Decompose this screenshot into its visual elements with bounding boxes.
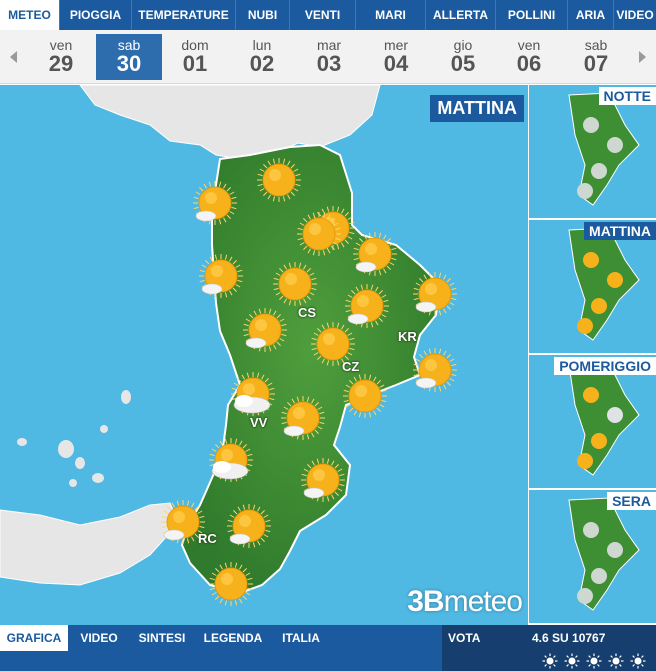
weather-map: MATTINA CS KR CZ VV RC 3Bmeteo bbox=[0, 85, 528, 625]
vote-label: VOTA bbox=[448, 631, 481, 645]
arrow-left-icon[interactable] bbox=[0, 30, 26, 84]
vote-panel: VOTA 4.6 SU 10767 bbox=[442, 625, 656, 671]
tab-meteo[interactable]: METEO bbox=[0, 0, 60, 30]
sun-star-icon[interactable] bbox=[542, 653, 558, 669]
city-label-kr: KR bbox=[398, 329, 417, 344]
day-number: 29 bbox=[48, 51, 74, 76]
partly-cloudy-icon bbox=[226, 503, 272, 549]
day-number: 01 bbox=[182, 51, 208, 76]
tab-pioggia[interactable]: PIOGGIA bbox=[60, 0, 132, 30]
sun-icon bbox=[342, 373, 388, 419]
app-root: METEO PIOGGIA TEMPERATURE NUBI VENTI MAR… bbox=[0, 0, 656, 671]
top-nav: METEO PIOGGIA TEMPERATURE NUBI VENTI MAR… bbox=[0, 0, 656, 30]
logo-brand: 3B bbox=[407, 585, 444, 618]
day-selector: ven 29 sab 30 dom 01 lun 02 mar 03 mer 04 gio 0… bbox=[0, 30, 656, 84]
sun-star-icon[interactable] bbox=[608, 653, 624, 669]
partly-cloudy-icon bbox=[192, 180, 238, 226]
day-number: 06 bbox=[516, 51, 542, 76]
day-item[interactable]: lun 02 bbox=[229, 34, 295, 80]
sun-star-icon[interactable] bbox=[586, 653, 602, 669]
tab-italia[interactable]: ITALIA bbox=[272, 625, 330, 651]
thumb-label: MATTINA bbox=[584, 222, 656, 240]
day-item[interactable]: mer 04 bbox=[363, 34, 429, 80]
day-number: 03 bbox=[316, 51, 342, 76]
bottom-bar: GRAFICA VIDEO SINTESI LEGENDA ITALIA VOT… bbox=[0, 625, 656, 671]
day-number: 07 bbox=[583, 51, 609, 76]
bottom-tabs: GRAFICA VIDEO SINTESI LEGENDA ITALIA bbox=[0, 625, 442, 671]
day-item[interactable]: sab 07 bbox=[563, 34, 629, 80]
day-number: 30 bbox=[116, 51, 142, 76]
tab-legenda[interactable]: LEGENDA bbox=[194, 625, 272, 651]
thumb-mattina[interactable]: MATTINA bbox=[529, 220, 656, 353]
logo-text: meteo bbox=[443, 585, 523, 618]
partly-cloudy-icon bbox=[412, 271, 458, 317]
sun-icon bbox=[296, 211, 342, 257]
sun-star-icon[interactable] bbox=[564, 653, 580, 669]
tab-temperature[interactable]: TEMPERATURE bbox=[132, 0, 236, 30]
sun-icon bbox=[272, 261, 318, 307]
day-item[interactable]: dom 01 bbox=[162, 34, 228, 80]
arrow-right-icon[interactable] bbox=[630, 30, 656, 84]
period-thumbnails: NOTTE MATTINA POMERIGGIO SERA bbox=[529, 85, 656, 625]
partly-cloudy-icon bbox=[280, 395, 326, 441]
brand-logo: 3Bmeteo bbox=[407, 585, 523, 619]
tab-video-bottom[interactable]: VIDEO bbox=[68, 625, 130, 651]
thumb-pomeriggio[interactable]: POMERIGGIO bbox=[529, 355, 656, 488]
partly-cloudy-icon bbox=[242, 307, 288, 353]
tab-mari[interactable]: MARI bbox=[356, 0, 426, 30]
tab-nubi[interactable]: NUBI bbox=[236, 0, 290, 30]
cloudy-sun-icon bbox=[230, 371, 276, 417]
tab-allerta[interactable]: ALLERTA bbox=[426, 0, 496, 30]
vote-score: 4.6 SU 10767 bbox=[532, 631, 606, 645]
sun-star-icon[interactable] bbox=[630, 653, 646, 669]
thumb-notte[interactable]: NOTTE bbox=[529, 85, 656, 218]
city-label-cs: CS bbox=[298, 305, 317, 320]
partly-cloudy-icon bbox=[160, 499, 206, 545]
day-item[interactable]: ven 29 bbox=[28, 34, 94, 80]
thumb-sera[interactable]: SERA bbox=[529, 490, 656, 623]
day-item-selected[interactable]: sab 30 bbox=[96, 34, 162, 80]
partly-cloudy-icon bbox=[300, 457, 346, 503]
day-number: 04 bbox=[383, 51, 409, 76]
tab-grafica[interactable]: GRAFICA bbox=[0, 625, 68, 651]
day-number: 05 bbox=[450, 51, 476, 76]
day-number: 02 bbox=[249, 51, 275, 76]
tab-sintesi[interactable]: SINTESI bbox=[130, 625, 194, 651]
thumb-label: SERA bbox=[607, 492, 656, 510]
thumb-label: POMERIGGIO bbox=[554, 357, 656, 375]
day-item[interactable]: mar 03 bbox=[296, 34, 362, 80]
tab-pollini[interactable]: POLLINI bbox=[496, 0, 568, 30]
tab-venti[interactable]: VENTI bbox=[290, 0, 356, 30]
tab-aria[interactable]: ARIA bbox=[568, 0, 614, 30]
partly-cloudy-icon bbox=[198, 253, 244, 299]
day-item[interactable]: gio 05 bbox=[430, 34, 496, 80]
rating-stars bbox=[542, 653, 646, 669]
tab-video[interactable]: VIDEO bbox=[614, 0, 656, 30]
day-item[interactable]: ven 06 bbox=[496, 34, 562, 80]
thumb-label: NOTTE bbox=[598, 87, 656, 105]
cloudy-sun-icon bbox=[208, 437, 254, 483]
partly-cloudy-icon bbox=[412, 347, 458, 393]
partly-cloudy-icon bbox=[352, 231, 398, 277]
sun-icon bbox=[208, 561, 254, 607]
sun-icon bbox=[256, 157, 302, 203]
sun-icon bbox=[310, 321, 356, 367]
period-label: MATTINA bbox=[430, 95, 524, 122]
city-label-vv: VV bbox=[250, 415, 268, 430]
